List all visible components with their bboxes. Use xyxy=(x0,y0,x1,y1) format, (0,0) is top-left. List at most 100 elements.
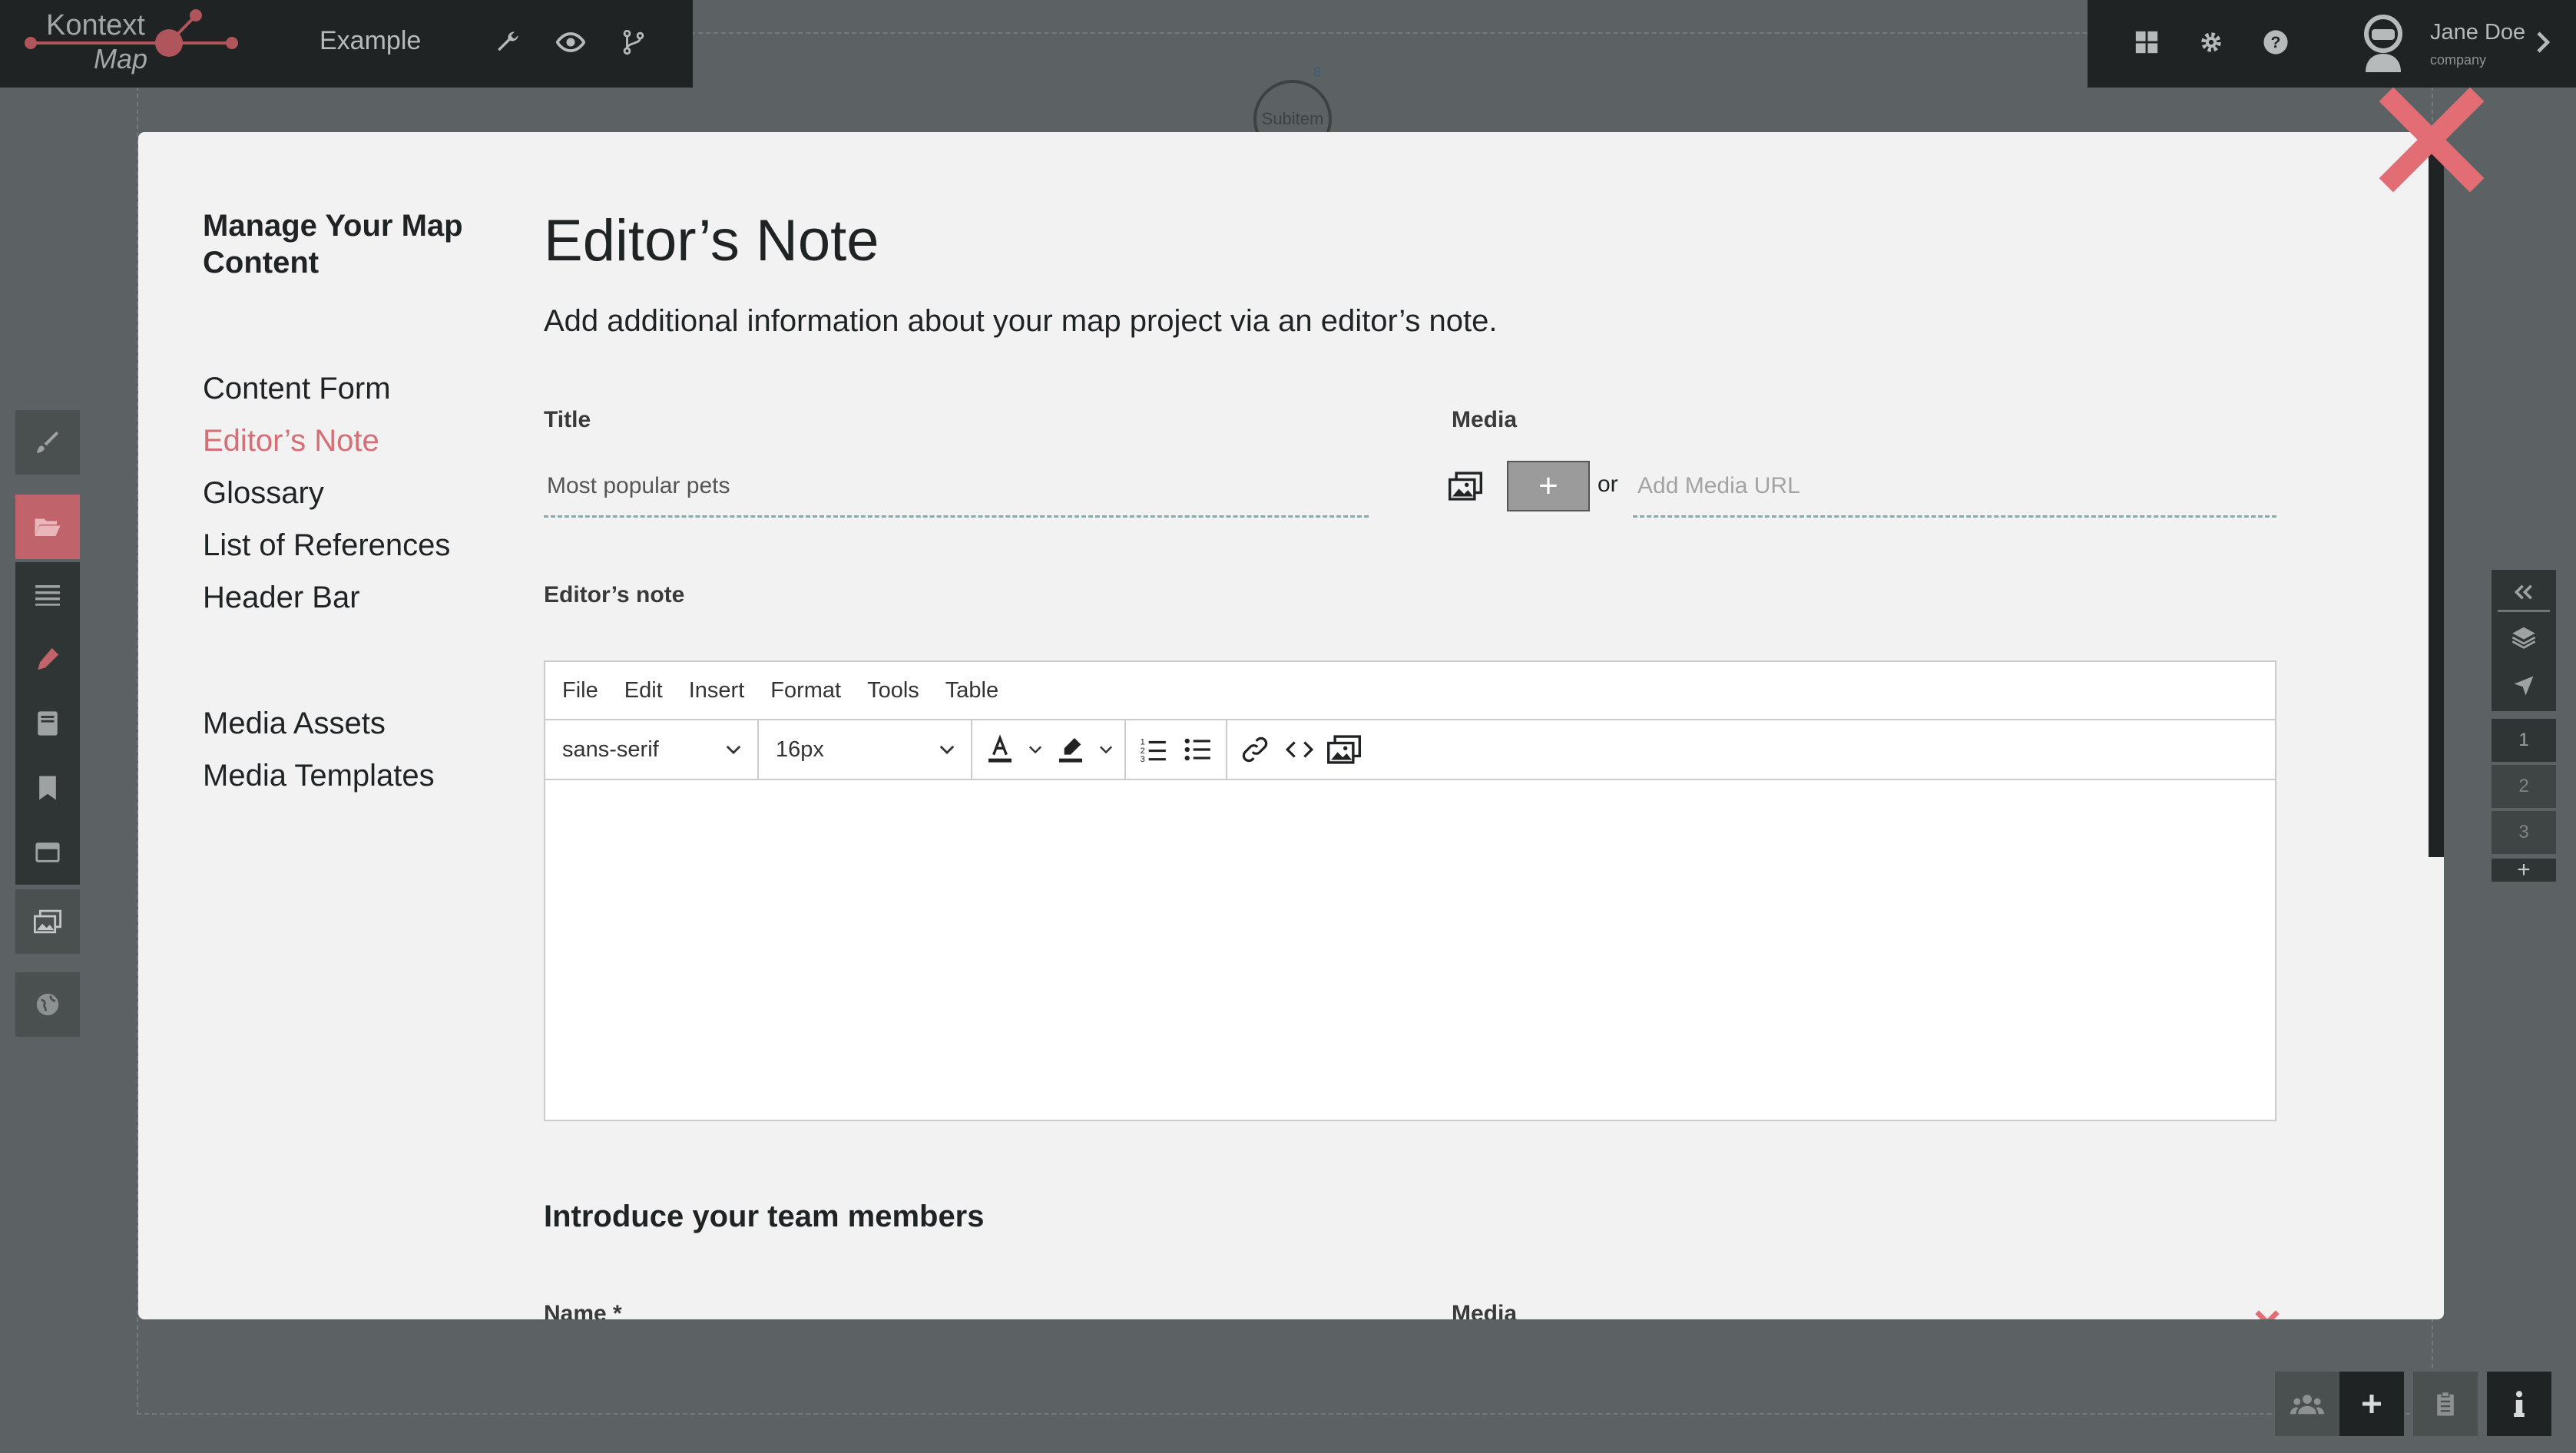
rich-text-editor: File Edit Insert Format Tools Table sans… xyxy=(544,660,2276,1121)
bullet-list-icon[interactable] xyxy=(1181,733,1215,766)
brush-icon xyxy=(36,431,59,454)
media-label: Media xyxy=(1452,407,1518,432)
page-number: 2 xyxy=(2518,776,2529,796)
team-media-label: Media xyxy=(1452,1301,1518,1319)
user-company: company xyxy=(2430,52,2487,68)
text-color-icon[interactable] xyxy=(983,733,1017,766)
menu-insert[interactable]: Insert xyxy=(689,678,745,703)
close-modal-button[interactable] xyxy=(2378,86,2485,194)
add-button[interactable] xyxy=(2339,1372,2404,1436)
brush-tool-button[interactable] xyxy=(15,410,80,475)
bookmark-tool-button[interactable] xyxy=(15,756,80,820)
map-node-label: Subitem xyxy=(1261,109,1324,128)
menu-file[interactable]: File xyxy=(562,678,598,703)
editor-content-area[interactable] xyxy=(545,780,2275,1118)
list-icon xyxy=(35,585,60,606)
window-tool-button[interactable] xyxy=(15,820,80,885)
media-url-placeholder: Add Media URL xyxy=(1637,473,1800,498)
page-button-3[interactable]: 3 xyxy=(2492,811,2556,854)
folder-open-icon xyxy=(35,518,61,536)
pen-tool-button[interactable] xyxy=(15,627,80,691)
user-name[interactable]: Jane Doe xyxy=(2430,20,2525,45)
chevron-down-icon[interactable] xyxy=(1098,745,1114,754)
avatar[interactable] xyxy=(2356,12,2410,78)
users-button[interactable] xyxy=(2275,1372,2339,1436)
insert-group xyxy=(1227,720,1372,779)
title-input-value: Most popular pets xyxy=(547,473,730,498)
navigate-button[interactable] xyxy=(2492,660,2556,711)
info-button[interactable] xyxy=(2487,1372,2551,1436)
globe-icon xyxy=(36,993,59,1016)
sidebar-item-header-bar[interactable]: Header Bar xyxy=(203,581,360,615)
code-icon[interactable] xyxy=(1283,733,1316,766)
modal-scrollbar[interactable] xyxy=(2429,132,2444,857)
logo-text-bottom: Map xyxy=(94,43,148,74)
globe-tool-button[interactable] xyxy=(15,972,80,1037)
sidebar-item-list-of-references[interactable]: List of References xyxy=(203,528,450,563)
menu-edit[interactable]: Edit xyxy=(624,678,663,703)
sidebar-item-glossary[interactable]: Glossary xyxy=(203,476,324,511)
sidebar-item-editors-note[interactable]: Editor’s Note xyxy=(203,424,379,458)
plus-icon xyxy=(2362,1395,2381,1413)
font-size-select[interactable]: 16px xyxy=(759,720,972,779)
sidebar-heading: Manage Your Map Content xyxy=(203,209,463,280)
font-family-value: sans-serif xyxy=(562,736,659,762)
chevron-right-icon[interactable] xyxy=(2522,22,2564,63)
title-input[interactable]: Most popular pets xyxy=(544,464,1369,518)
chevron-down-icon[interactable] xyxy=(1028,745,1043,754)
team-section-heading: Introduce your team members xyxy=(544,1200,985,1233)
logo-text-top: Kontext xyxy=(46,9,145,41)
chevron-down-icon xyxy=(726,745,741,755)
add-media-button[interactable]: + xyxy=(1507,461,1590,511)
eye-icon[interactable] xyxy=(550,22,591,63)
insert-media-icon[interactable] xyxy=(1327,733,1361,766)
double-chevron-left-icon xyxy=(2514,584,2532,600)
chevron-down-icon xyxy=(939,745,955,755)
menu-format[interactable]: Format xyxy=(770,678,841,703)
page-title: Editor’s Note xyxy=(544,208,879,273)
gear-icon[interactable] xyxy=(2190,22,2232,63)
editor-toolbar: sans-serif 16px 123 xyxy=(545,720,2275,780)
media-tool-button[interactable] xyxy=(15,889,80,954)
help-icon[interactable]: ? xyxy=(2255,22,2296,63)
link-icon[interactable] xyxy=(1238,733,1272,766)
layers-button[interactable] xyxy=(2492,614,2556,660)
list-tool-button[interactable] xyxy=(15,562,80,627)
close-icon xyxy=(2379,87,2485,193)
branch-icon[interactable] xyxy=(613,22,654,63)
sidebar-item-content-form[interactable]: Content Form xyxy=(203,372,391,406)
page-number: 1 xyxy=(2518,730,2529,750)
editors-note-label: Editor’s note xyxy=(544,582,685,607)
project-name[interactable]: Example xyxy=(320,26,421,56)
add-page-label: + xyxy=(2517,857,2531,882)
or-text: or xyxy=(1598,472,1618,497)
wrench-icon[interactable] xyxy=(487,22,528,63)
menu-tools[interactable]: Tools xyxy=(867,678,919,703)
remove-member-icon[interactable] xyxy=(2252,1307,2283,1319)
panel-divider xyxy=(2498,610,2550,612)
font-family-select[interactable]: sans-serif xyxy=(545,720,759,779)
page-button-2[interactable]: 2 xyxy=(2492,765,2556,808)
media-images-icon[interactable] xyxy=(1449,472,1482,505)
numbered-list-icon[interactable]: 123 xyxy=(1137,733,1170,766)
page-button-1[interactable]: 1 xyxy=(2492,719,2556,762)
sidebar-item-media-templates[interactable]: Media Templates xyxy=(203,759,435,793)
sidebar-item-media-assets[interactable]: Media Assets xyxy=(203,707,386,741)
media-url-input[interactable]: Add Media URL xyxy=(1633,464,2276,518)
clipboard-button[interactable] xyxy=(2413,1372,2478,1436)
svg-text:3: 3 xyxy=(1141,755,1145,764)
highlight-color-icon[interactable] xyxy=(1054,733,1088,766)
menu-table[interactable]: Table xyxy=(945,678,998,703)
editor-menubar: File Edit Insert Format Tools Table xyxy=(545,662,2275,720)
info-icon xyxy=(2514,1391,2525,1417)
grid-icon[interactable] xyxy=(2126,22,2167,63)
clipboard-icon xyxy=(2437,1391,2454,1416)
list-group: 123 xyxy=(1126,720,1227,779)
page-number: 3 xyxy=(2518,822,2529,842)
add-page-button[interactable]: + xyxy=(2492,857,2556,882)
collapse-panel-button[interactable] xyxy=(2492,570,2556,614)
content-tool-button[interactable] xyxy=(15,495,80,559)
font-size-value: 16px xyxy=(776,736,824,762)
book-tool-button[interactable] xyxy=(15,691,80,756)
title-label: Title xyxy=(544,407,591,432)
